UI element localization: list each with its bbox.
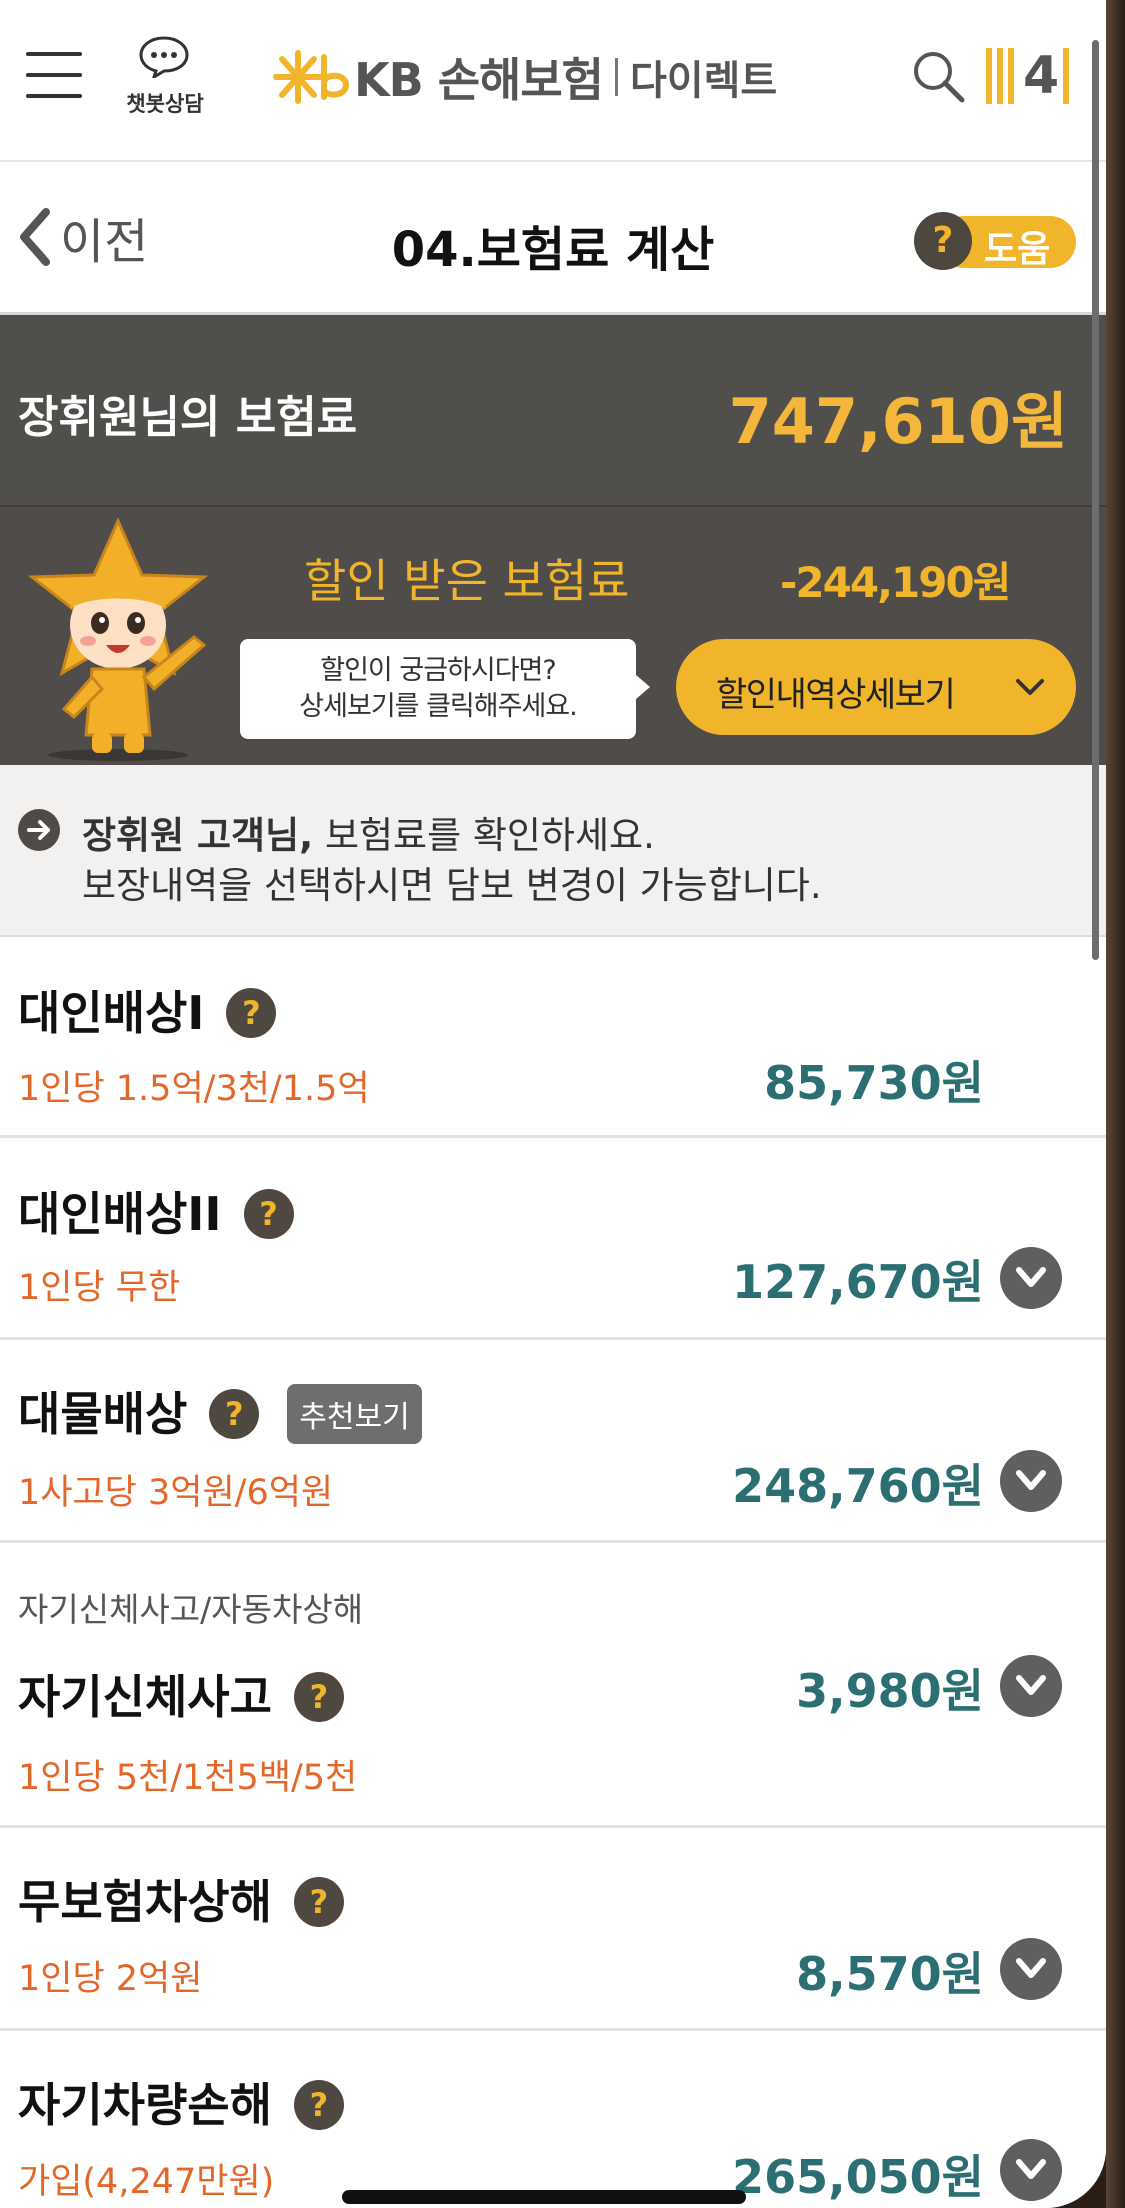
note-text: 보험료를 확인하세요. <box>313 814 655 857</box>
coverage-category: 자기신체사고/자동차상해 <box>18 1590 364 1629</box>
question-icon[interactable]: ? <box>293 1671 344 1722</box>
menu-bar-icon <box>1008 48 1014 104</box>
coverage-title: 대물배상? 추천보기 <box>18 1378 422 1448</box>
star-mascot-icon <box>27 517 209 761</box>
question-icon[interactable]: ? <box>293 2079 344 2130</box>
coverage-item[interactable]: 대인배상I? 1인당 1.5억/3천/1.5억 85,730원 <box>0 937 1106 1138</box>
coverage-title-text: 무보험차상해 <box>18 1875 272 1929</box>
discount-panel: 할인 받은 보험료 -244,190원 할인이 궁금하시다면? 상세보기를 클릭… <box>0 505 1106 767</box>
coverage-item[interactable]: 무보험차상해? 1인당 2억원 8,570원 <box>0 1828 1106 2031</box>
premium-summary: 장휘원님의 보험료 747,610원 <box>0 315 1106 505</box>
chevron-down-icon <box>1016 1267 1046 1287</box>
home-indicator[interactable] <box>342 2190 746 2204</box>
coverage-price: 248,760원 <box>732 1459 984 1513</box>
chevron-down-icon <box>1016 1675 1046 1695</box>
question-icon[interactable]: ? <box>209 1388 260 1439</box>
coverage-title-text: 대물배상 <box>18 1387 188 1441</box>
coverage-price: 265,050원 <box>732 2150 984 2204</box>
coverage-title-text: 자기차량손해 <box>18 2078 272 2132</box>
coverage-title: 대인배상I? <box>18 977 277 1043</box>
tooltip-line: 할인이 궁금하시다면? <box>320 655 556 686</box>
discount-detail-button[interactable]: 할인내역상세보기 <box>676 639 1076 735</box>
coverage-detail: 1사고당 3억원/6억원 <box>18 1473 334 1513</box>
expand-chevron-button[interactable] <box>1000 2139 1062 2201</box>
coverage-item[interactable]: 자기신체사고/자동차상해 자기신체사고? 1인당 5천/1천5백/5천 3,98… <box>0 1543 1106 1828</box>
discount-label: 할인 받은 보험료 <box>304 554 630 608</box>
expand-chevron-button[interactable] <box>1000 1247 1062 1309</box>
chatbot-label: 챗봇상담 <box>126 92 204 116</box>
coverage-price: 85,730원 <box>764 1056 984 1110</box>
kb-star-logo-icon <box>273 50 350 104</box>
question-icon[interactable]: ? <box>243 1188 294 1239</box>
coverage-detail: 가입(4,247만원) <box>18 2162 275 2202</box>
coverage-price: 3,980원 <box>796 1664 984 1718</box>
coverage-item[interactable]: 대인배상II? 1인당 무한 127,670원 <box>0 1138 1106 1340</box>
recommend-button[interactable]: 추천보기 <box>287 1383 422 1444</box>
title-bar: 이전 04.보험료 계산 ? 도움 <box>0 162 1106 315</box>
coverage-price: 127,670원 <box>732 1255 984 1309</box>
expand-chevron-button[interactable] <box>1000 1938 1062 2000</box>
coverage-detail: 1인당 1.5억/3천/1.5억 <box>18 1069 370 1109</box>
logo-direct-text: 다이렉트 <box>630 58 778 104</box>
coverage-title-text: 대인배상I <box>18 986 205 1040</box>
all-menu-button[interactable]: 4 <box>986 46 1072 106</box>
search-icon[interactable] <box>910 48 966 104</box>
chevron-down-icon <box>1016 1470 1046 1490</box>
coverage-title: 무보험차상해? <box>18 1866 344 1932</box>
help-button[interactable]: ? 도움 <box>914 212 1076 270</box>
menu-badge: 4 <box>1023 46 1060 106</box>
question-icon[interactable]: ? <box>293 1876 344 1927</box>
device-edge <box>1106 0 1125 2208</box>
coverage-title: 대인배상II? <box>18 1178 294 1244</box>
discount-tooltip: 할인이 궁금하시다면? 상세보기를 클릭해주세요. <box>240 639 650 739</box>
top-header: 챗봇상담 KB 손해보험 다이렉트 4 <box>0 0 1106 162</box>
chat-bubble-icon <box>139 36 189 78</box>
scrollbar[interactable] <box>1092 40 1099 960</box>
chatbot-button[interactable]: 챗봇상담 <box>120 34 210 124</box>
premium-label: 장휘원님의 보험료 <box>18 392 358 443</box>
menu-bar-icon <box>997 48 1003 104</box>
tooltip-line: 상세보기를 클릭해주세요. <box>299 691 577 722</box>
coverage-title: 자기차량손해? <box>18 2069 344 2135</box>
coverage-title: 자기신체사고? <box>18 1661 344 1727</box>
menu-bar-icon <box>1063 48 1070 104</box>
expand-chevron-button[interactable] <box>1000 1655 1062 1717</box>
expand-chevron-button[interactable] <box>1000 1450 1062 1512</box>
coverage-item[interactable]: 자기차량손해? 가입(4,247만원) 265,050원 <box>0 2031 1106 2208</box>
help-label: 도움 <box>984 229 1051 270</box>
customer-name: 장휘원 고객님, <box>82 814 314 857</box>
info-note: 장휘원 고객님, 보험료를 확인하세요. 보장내역을 선택하시면 담보 변경이 … <box>0 765 1106 937</box>
coverage-price: 8,570원 <box>796 1947 984 2001</box>
logo-divider <box>615 58 619 96</box>
question-icon: ? <box>914 212 972 270</box>
note-line-2: 보장내역을 선택하시면 담보 변경이 가능합니다. <box>82 864 822 907</box>
coverage-title-text: 대인배상II <box>18 1187 222 1241</box>
coverage-item[interactable]: 대물배상? 추천보기 1사고당 3억원/6억원 248,760원 <box>0 1340 1106 1543</box>
question-icon[interactable]: ? <box>226 987 277 1038</box>
coverage-detail: 1인당 5천/1천5백/5천 <box>18 1758 358 1798</box>
coverage-title-text: 자기신체사고 <box>18 1670 272 1724</box>
chevron-down-icon <box>1016 2159 1046 2179</box>
chevron-down-icon <box>1016 1958 1046 1978</box>
logo-kb-text: KB 손해보험 <box>354 53 604 107</box>
discount-amount: -244,190원 <box>780 558 1011 607</box>
chevron-down-icon <box>1016 679 1044 695</box>
app-screen: 챗봇상담 KB 손해보험 다이렉트 4 이전 04.보험료 계산 ? 도움 장휘… <box>0 0 1106 2208</box>
arrow-right-circle-icon <box>18 809 60 851</box>
coverage-detail: 1인당 무한 <box>18 1268 181 1308</box>
premium-amount: 747,610원 <box>728 385 1068 458</box>
menu-bar-icon <box>986 48 992 104</box>
coverage-detail: 1인당 2억원 <box>18 1959 203 1999</box>
note-line-1: 장휘원 고객님, 보험료를 확인하세요. <box>82 805 655 859</box>
hamburger-menu-icon[interactable] <box>26 52 82 98</box>
discount-detail-label: 할인내역상세보기 <box>716 675 956 715</box>
kb-logo[interactable]: KB 손해보험 다이렉트 <box>272 42 777 112</box>
